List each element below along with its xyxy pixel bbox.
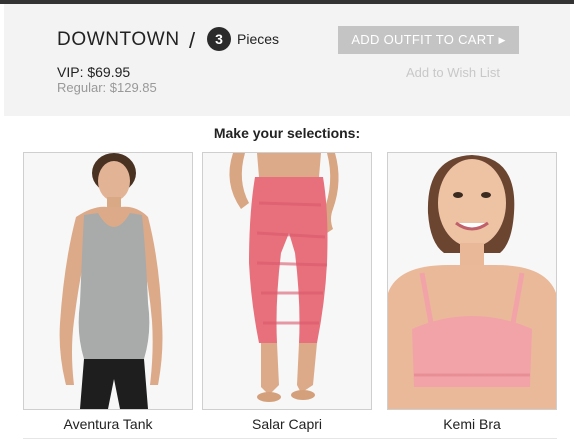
product-card-salar-capri[interactable] — [202, 152, 372, 410]
product-card-kemi-bra[interactable] — [387, 152, 557, 410]
caret-right-icon: ▶ — [498, 35, 506, 45]
bottom-divider — [23, 438, 557, 439]
outfit-header: DOWNTOWN / 3 Pieces VIP: $69.95 Regular:… — [4, 4, 570, 116]
product-image-tank — [24, 153, 192, 409]
add-to-cart-label: ADD OUTFIT TO CART — [351, 32, 495, 47]
vip-price: VIP: $69.95 — [57, 64, 131, 80]
product-name: Aventura Tank — [63, 416, 153, 432]
product-image-bra — [388, 153, 556, 409]
selection-heading: Make your selections: — [213, 125, 361, 141]
add-outfit-to-cart-button[interactable]: ADD OUTFIT TO CART ▶ — [338, 26, 519, 54]
add-to-wishlist-link[interactable]: Add to Wish List — [406, 65, 500, 80]
product-image-capri — [203, 153, 371, 409]
piece-count-badge: 3 — [207, 27, 231, 51]
product-name: Salar Capri — [251, 416, 323, 432]
outfit-name: DOWNTOWN — [57, 29, 180, 50]
product-card-aventura-tank[interactable] — [23, 152, 193, 410]
pieces-label: Pieces — [237, 31, 280, 47]
title-separator: / — [189, 28, 196, 53]
product-name: Kemi Bra — [443, 416, 501, 432]
regular-price: Regular: $129.85 — [57, 80, 157, 95]
